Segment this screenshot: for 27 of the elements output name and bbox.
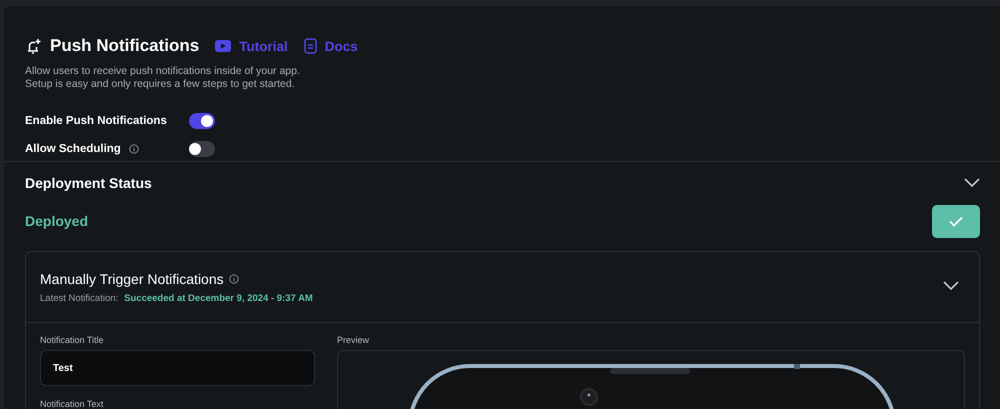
setting-label: Enable Push Notifications xyxy=(25,115,167,127)
tutorial-link[interactable]: Tutorial xyxy=(215,38,288,54)
chevron-icon[interactable] xyxy=(964,178,980,188)
docs-link[interactable]: Docs xyxy=(304,38,358,54)
section-title: Deployment Status xyxy=(25,175,152,191)
check-icon xyxy=(949,216,963,226)
latest-status: Succeeded at December 9, 2024 - 9:37 AM xyxy=(124,292,313,304)
bell-icon xyxy=(25,38,42,54)
field-label: Notification Title xyxy=(40,335,105,347)
field-label: Notification Text xyxy=(40,399,104,409)
latest-label: Latest Notification: xyxy=(40,292,118,304)
info-icon xyxy=(128,144,139,154)
info-icon xyxy=(228,274,239,284)
description-text: Setup is easy and only requires a few steps to get started. xyxy=(25,78,295,91)
input-field[interactable]: Test xyxy=(40,350,315,386)
deployment-status: Deployed xyxy=(25,213,88,229)
card-title: Manually Trigger Notifications xyxy=(40,270,224,286)
toggle-switch[interactable] xyxy=(189,141,215,157)
video-icon xyxy=(215,40,232,52)
description-text: Allow users to receive push notifications inside of your app. xyxy=(25,65,300,78)
field-label: Preview xyxy=(337,335,370,347)
chevron-icon[interactable] xyxy=(943,281,959,291)
toggle-switch[interactable] xyxy=(189,113,215,129)
page-title: Push Notifications xyxy=(50,36,200,56)
document-icon xyxy=(304,38,317,54)
deploy-check-button[interactable] xyxy=(932,204,980,238)
setting-label: Allow Scheduling xyxy=(25,143,121,155)
